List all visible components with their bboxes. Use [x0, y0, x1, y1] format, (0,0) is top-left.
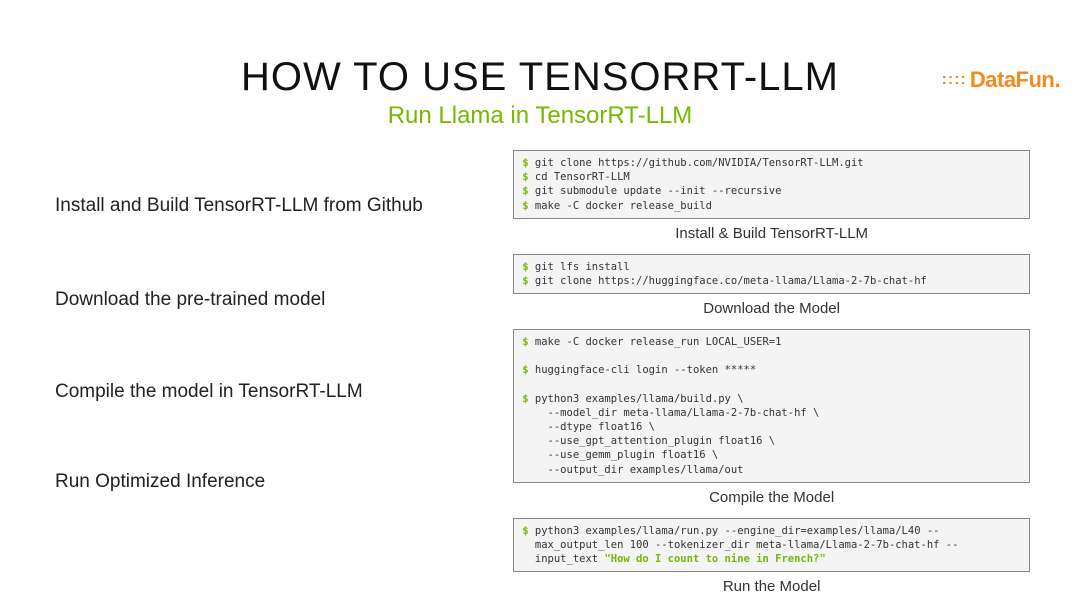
page-subtitle: Run Llama in TensorRT-LLM [0, 102, 1080, 130]
step-compile: Compile the model in TensorRT-LLM [55, 381, 503, 403]
content-grid: Install and Build TensorRT-LLM from Gith… [0, 150, 1080, 607]
logo-suffix: . [1054, 67, 1060, 93]
step-run: Run Optimized Inference [55, 471, 503, 493]
step-install: Install and Build TensorRT-LLM from Gith… [55, 195, 503, 217]
caption-install: Install & Build TensorRT-LLM [513, 225, 1030, 242]
code-run: $ python3 examples/llama/run.py --engine… [513, 518, 1030, 573]
code-group-download: $ git lfs install $ git clone https://hu… [513, 254, 1030, 317]
code-download: $ git lfs install $ git clone https://hu… [513, 254, 1030, 294]
caption-compile: Compile the Model [513, 489, 1030, 506]
page-title: HOW TO USE TENSORRT-LLM [0, 55, 1080, 100]
code-install: $ git clone https://github.com/NVIDIA/Te… [513, 150, 1030, 219]
code-group-run: $ python3 examples/llama/run.py --engine… [513, 518, 1030, 596]
code-group-compile: $ make -C docker release_run LOCAL_USER=… [513, 329, 1030, 506]
logo-text: DataFun [970, 67, 1055, 93]
logo: :::: DataFun . [942, 67, 1060, 93]
code-column: $ git clone https://github.com/NVIDIA/Te… [513, 150, 1030, 607]
logo-dots: :::: [942, 75, 967, 85]
code-group-install: $ git clone https://github.com/NVIDIA/Te… [513, 150, 1030, 242]
steps-column: Install and Build TensorRT-LLM from Gith… [55, 150, 513, 607]
caption-run: Run the Model [513, 578, 1030, 595]
caption-download: Download the Model [513, 300, 1030, 317]
step-download: Download the pre-trained model [55, 289, 503, 311]
code-compile: $ make -C docker release_run LOCAL_USER=… [513, 329, 1030, 483]
